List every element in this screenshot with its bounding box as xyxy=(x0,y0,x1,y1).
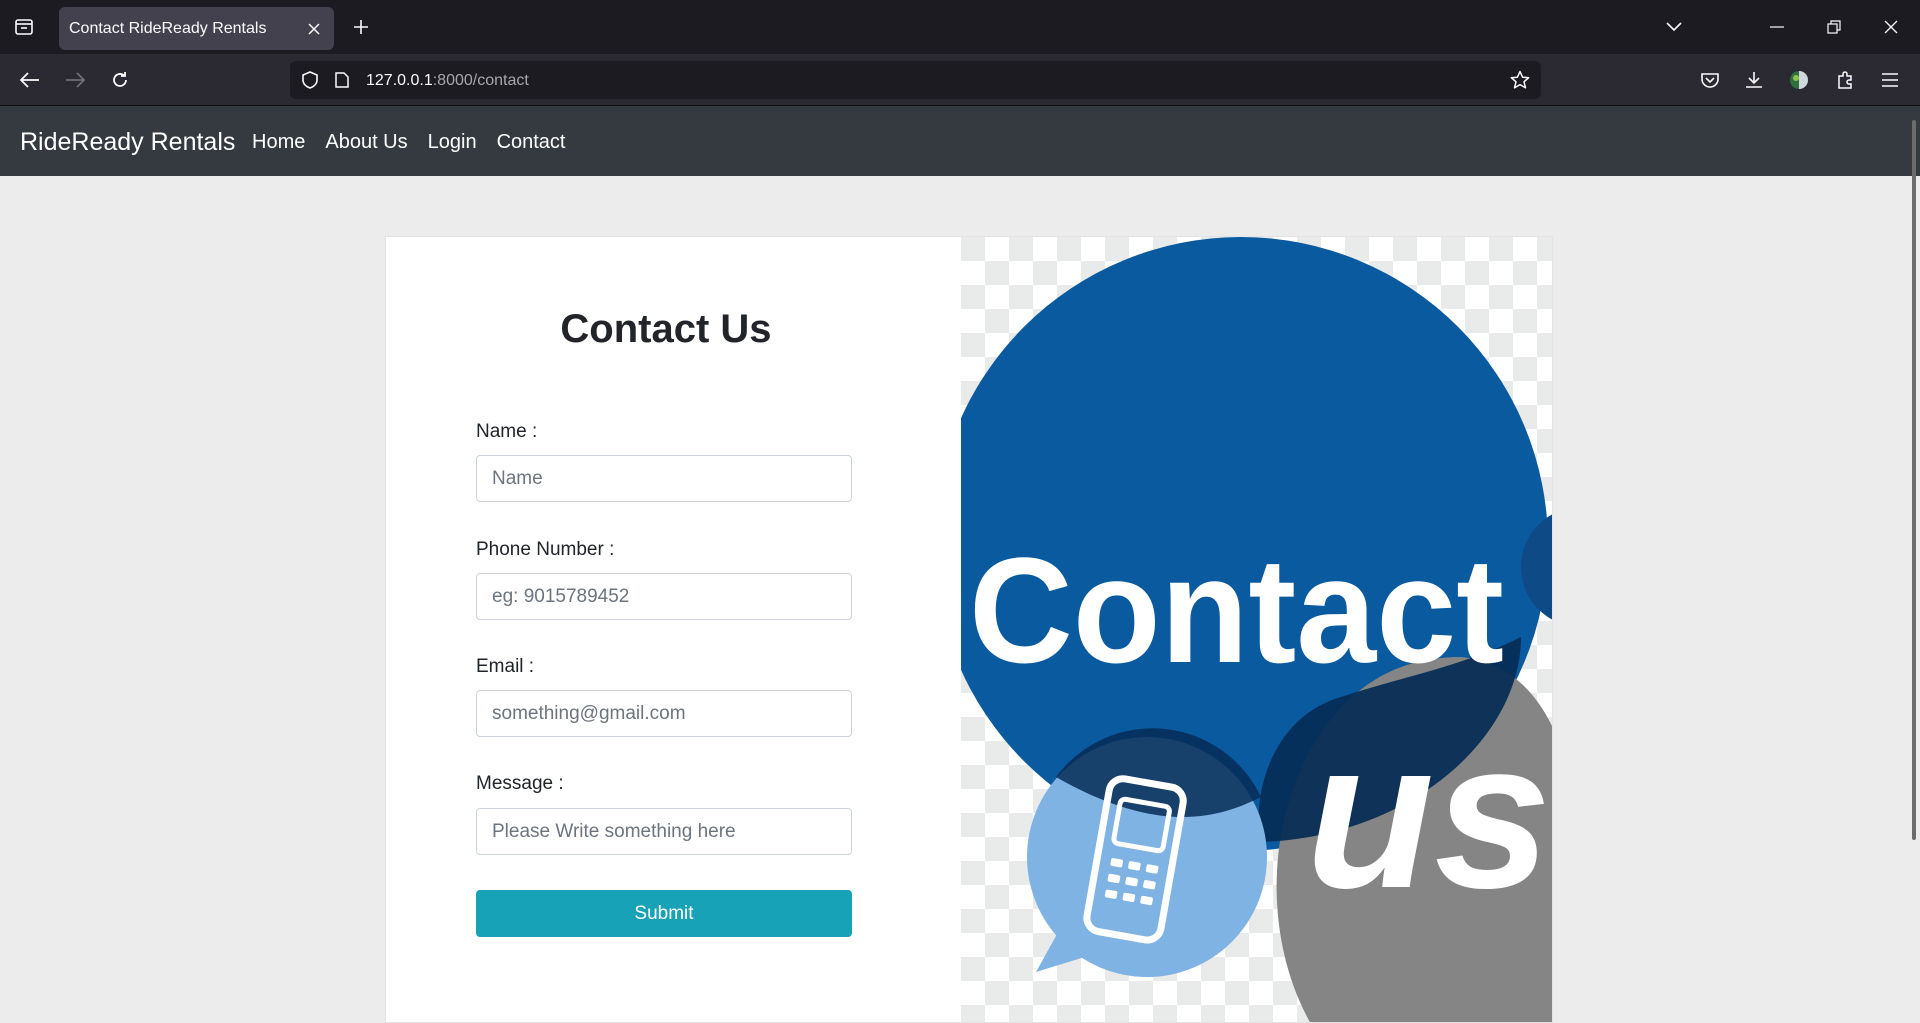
url-text[interactable]: 127.0.0.1:8000/contact xyxy=(366,72,529,90)
minimize-window-icon[interactable] xyxy=(1762,12,1792,42)
submit-button[interactable]: Submit xyxy=(476,890,852,937)
downloads-icon[interactable] xyxy=(1740,66,1768,94)
account-avatar-icon[interactable] xyxy=(1785,66,1813,94)
contact-us-illustration: Contact us xyxy=(961,237,1552,1022)
contact-card: Contact Us Name : Phone Number : Email :… xyxy=(385,236,1553,1023)
phone-label: Phone Number : xyxy=(476,539,615,560)
email-label: Email : xyxy=(476,656,535,677)
close-tab-icon[interactable] xyxy=(302,17,326,41)
tab-title: Contact RideReady Rentals xyxy=(69,20,267,37)
graphic-word-contact: Contact xyxy=(969,526,1504,694)
browser-tab-active[interactable]: Contact RideReady Rentals xyxy=(59,7,334,50)
contact-form: Contact Us Name : Phone Number : Email :… xyxy=(386,237,961,1022)
page-title: Contact Us xyxy=(560,307,772,351)
site-navbar: RideReady Rentals Home About Us Login Co… xyxy=(0,106,1920,176)
url-host: 127.0.0.1 xyxy=(366,72,433,89)
shield-icon[interactable] xyxy=(298,68,322,92)
close-window-icon[interactable] xyxy=(1876,12,1906,42)
reload-icon[interactable] xyxy=(106,66,134,94)
firefox-view-icon[interactable] xyxy=(12,15,36,39)
bookmark-star-icon[interactable] xyxy=(1508,68,1532,92)
page-info-icon[interactable] xyxy=(330,68,354,92)
contact-us-graphic: Contact us xyxy=(961,237,1552,1022)
back-arrow-icon[interactable] xyxy=(16,66,44,94)
restore-window-icon[interactable] xyxy=(1819,12,1849,42)
forward-arrow-icon[interactable] xyxy=(61,66,89,94)
email-input[interactable] xyxy=(476,690,852,737)
name-input[interactable] xyxy=(476,455,852,502)
site-brand[interactable]: RideReady Rentals xyxy=(20,128,235,157)
nav-link-about-us[interactable]: About Us xyxy=(325,131,407,154)
phone-input[interactable] xyxy=(476,573,852,620)
nav-link-home[interactable]: Home xyxy=(252,131,305,154)
browser-toolbar: 127.0.0.1:8000/contact xyxy=(0,54,1920,106)
address-bar[interactable]: 127.0.0.1:8000/contact xyxy=(290,61,1541,99)
new-tab-icon[interactable] xyxy=(349,15,373,39)
menu-hamburger-icon[interactable] xyxy=(1876,66,1904,94)
pocket-icon[interactable] xyxy=(1696,66,1724,94)
list-all-tabs-icon[interactable] xyxy=(1662,15,1686,39)
site-nav-links: Home About Us Login Contact xyxy=(252,131,586,154)
nav-link-login[interactable]: Login xyxy=(428,131,477,154)
message-label: Message : xyxy=(476,773,564,794)
graphic-word-us: us xyxy=(1306,697,1551,932)
name-label: Name : xyxy=(476,421,538,442)
url-path: :8000/contact xyxy=(432,72,529,89)
nav-link-contact[interactable]: Contact xyxy=(497,131,566,154)
browser-tab-strip: Contact RideReady Rentals xyxy=(0,0,1920,54)
extensions-icon[interactable] xyxy=(1831,66,1859,94)
page-scrollbar[interactable] xyxy=(1912,120,1916,840)
message-input[interactable] xyxy=(476,808,852,855)
